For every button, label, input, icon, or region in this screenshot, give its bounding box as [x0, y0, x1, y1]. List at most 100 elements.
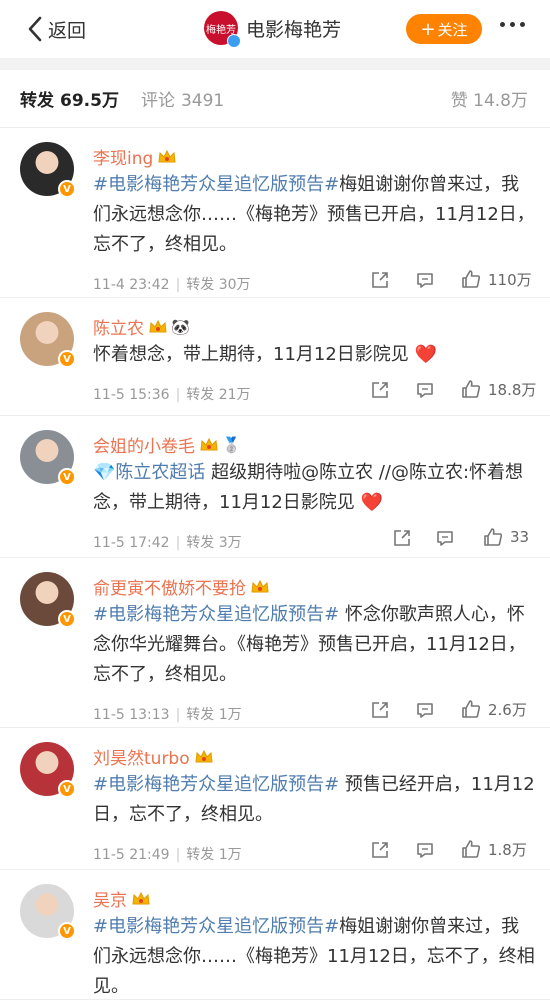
comment-button[interactable] [415, 380, 435, 400]
hashtag-link[interactable]: 💎陈立农超话 [93, 462, 205, 483]
hashtag-link[interactable]: #电影梅艳芳众星追忆版预告# [93, 774, 339, 795]
back-label: 返回 [48, 19, 87, 42]
repost-text: #电影梅艳芳众星追忆版预告# 预售已经开启，11月12日，忘不了，终相见。 [93, 770, 535, 830]
repost-count: 转发 1万 [186, 707, 242, 723]
verified-v-icon: V [58, 610, 76, 628]
avatar[interactable]: V [20, 884, 76, 940]
repost-text: #电影梅艳芳众星追忆版预告# 怀念你歌声照人心，怀念你华光耀舞台。《梅艳芳》预售… [93, 600, 535, 690]
share-button[interactable] [392, 528, 412, 548]
username-link[interactable]: 陈立农 [93, 314, 144, 339]
like-button[interactable]: 2.6万 [460, 698, 527, 720]
meta-divider: | [175, 707, 181, 723]
share-icon [372, 382, 388, 398]
username-link[interactable]: 俞更寅不傲娇不要抢 [93, 574, 246, 599]
vip-crown-icon [195, 749, 213, 762]
meta-divider: | [175, 535, 181, 551]
share-icon [372, 842, 388, 858]
timestamp: 11-5 15:36 [93, 387, 170, 403]
share-button[interactable] [370, 380, 390, 400]
avatar[interactable]: V [20, 142, 76, 198]
verified-v-icon: V [58, 922, 76, 940]
repost-item: V 陈立农 🐼 怀着想念，带上期待，11月12日影院见 ❤️ 11-5 15:36 | 转发… [0, 298, 550, 416]
tab-reposts-count: 69.5万 [60, 91, 119, 111]
name-row: 吴京 [93, 886, 151, 911]
repost-meta: 11-5 21:49 | 转发 1万 [93, 844, 242, 864]
like-count: 18.8万 [488, 380, 537, 399]
meta-divider: | [175, 847, 181, 863]
comment-icon [417, 273, 433, 288]
top-bar: 返回 梅艳芳 电影梅艳芳 + 关注 [0, 0, 550, 58]
thumbs-up-icon [462, 840, 481, 858]
vip-crown-icon [251, 579, 269, 592]
page-title: 电影梅艳芳 [246, 18, 342, 41]
brand-avatar[interactable]: 梅艳芳 [204, 11, 241, 48]
timestamp: 11-4 23:42 [93, 277, 170, 293]
repost-count: 转发 3万 [186, 535, 242, 551]
repost-count: 转发 1万 [186, 847, 242, 863]
comment-button[interactable] [415, 700, 435, 720]
like-button[interactable]: 1.8万 [460, 838, 527, 860]
tab-reposts[interactable]: 转发 69.5万 [20, 86, 119, 111]
share-button[interactable] [370, 840, 390, 860]
name-row: 刘昊然turbo [93, 744, 214, 769]
user-badge-icon: 🐼 [171, 317, 190, 336]
tab-comments[interactable]: 评论 3491 [141, 86, 224, 111]
verified-badge-icon [227, 34, 241, 48]
share-button[interactable] [370, 700, 390, 720]
username-link[interactable]: 会姐的小卷毛 [93, 432, 195, 457]
repost-meta: 11-5 13:13 | 转发 1万 [93, 704, 242, 724]
timestamp: 11-5 21:49 [93, 847, 170, 863]
tab-likes-label: 赞 [450, 91, 468, 111]
repost-text: 怀着想念，带上期待，11月12日影院见 ❤️ [93, 340, 535, 370]
tab-likes[interactable]: 赞 14.8万 [451, 86, 528, 111]
avatar[interactable]: V [20, 430, 76, 486]
tab-comments-count: 3491 [180, 91, 225, 111]
repost-item: V 刘昊然turbo #电影梅艳芳众星追忆版预告# 预售已经开启，11月12日，忘不… [0, 728, 550, 870]
name-row: 会姐的小卷毛 🥈 [93, 432, 241, 458]
username-link[interactable]: 李现ing [93, 144, 153, 169]
comment-button[interactable] [435, 528, 455, 548]
avatar[interactable]: V [20, 572, 76, 628]
repost-item: V 吴京 #电影梅艳芳众星追忆版预告#梅姐谢谢你曾来过，我们永远想念你……《梅艳芳》… [0, 870, 550, 1000]
back-button[interactable]: 返回 [24, 14, 86, 44]
tab-reposts-label: 转发 [20, 91, 54, 111]
comment-icon [417, 383, 433, 398]
meta-divider: | [175, 277, 181, 293]
page-title-group: 梅艳芳 电影梅艳芳 [204, 11, 342, 48]
comment-button[interactable] [415, 840, 435, 860]
comment-icon [417, 703, 433, 718]
avatar[interactable]: V [20, 312, 76, 368]
tab-likes-count: 14.8万 [473, 91, 528, 111]
like-count: 110万 [488, 270, 532, 289]
hashtag-link[interactable]: #电影梅艳芳众星追忆版预告# [93, 174, 339, 195]
thumbs-up-icon [462, 380, 481, 398]
share-button[interactable] [370, 270, 390, 290]
timestamp: 11-5 13:13 [93, 707, 170, 723]
vip-crown-icon [149, 319, 167, 332]
repost-item: V 俞更寅不傲娇不要抢 #电影梅艳芳众星追忆版预告# 怀念你歌声照人心，怀念你华光耀… [0, 558, 550, 728]
vip-crown-icon [132, 891, 150, 904]
plus-icon: + [420, 18, 436, 40]
comment-button[interactable] [415, 270, 435, 290]
like-button[interactable]: 18.8万 [460, 378, 536, 400]
hashtag-link[interactable]: #电影梅艳芳众星追忆版预告# [93, 916, 339, 937]
like-button[interactable]: 110万 [460, 268, 532, 290]
verified-v-icon: V [58, 780, 76, 798]
name-row: 陈立农 🐼 [93, 314, 190, 340]
hashtag-link[interactable]: #电影梅艳芳众星追忆版预告# [93, 604, 339, 625]
repost-text: 💎陈立农超话 超级期待啦@陈立农 //@陈立农:怀着想念，带上期待，11月12日… [93, 458, 535, 518]
tab-bar: 转发 69.5万 评论 3491 赞 14.8万 [0, 70, 550, 128]
repost-text: #电影梅艳芳众星追忆版预告#梅姐谢谢你曾来过，我们永远想念你……《梅艳芳》预售已… [93, 170, 535, 260]
repost-meta: 11-4 23:42 | 转发 30万 [93, 274, 251, 294]
more-options-icon[interactable] [500, 22, 525, 27]
like-button[interactable]: 33 [482, 526, 529, 548]
username-link[interactable]: 刘昊然turbo [93, 744, 190, 769]
repost-body: 怀着想念，带上期待，11月12日影院见 ❤️ [93, 344, 437, 365]
share-icon [372, 272, 388, 288]
thumbs-up-icon [462, 700, 481, 718]
follow-button[interactable]: + 关注 [406, 14, 482, 44]
username-link[interactable]: 吴京 [93, 886, 127, 911]
avatar[interactable]: V [20, 742, 76, 798]
thumbs-up-icon [484, 528, 503, 546]
follow-label: 关注 [437, 20, 468, 39]
